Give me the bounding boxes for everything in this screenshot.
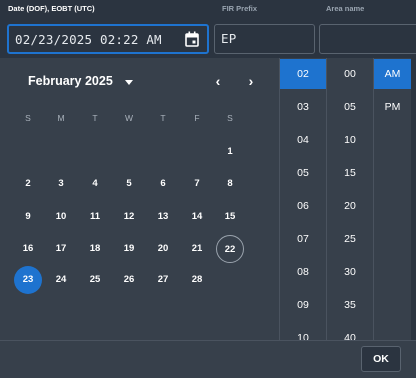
fir-prefix-input[interactable]: EP — [214, 24, 315, 54]
ampm-option[interactable]: AM — [374, 59, 411, 89]
weekday-header: W — [124, 113, 134, 123]
day-cell[interactable]: 10 — [47, 203, 75, 231]
day-cell[interactable]: 21 — [183, 235, 211, 263]
minute-option[interactable]: 10 — [327, 125, 373, 155]
panel-edge — [411, 58, 416, 378]
minute-option[interactable]: 20 — [327, 191, 373, 221]
month-year-dropdown[interactable]: February 2025 — [28, 74, 133, 88]
minute-option[interactable]: 15 — [327, 158, 373, 188]
day-cell[interactable]: 28 — [183, 266, 211, 294]
input-strip: Date (DOF), EOBT (UTC) FIR Prefix Area n… — [0, 0, 416, 58]
hour-option[interactable]: 07 — [280, 224, 326, 254]
hour-option[interactable]: 05 — [280, 158, 326, 188]
date-field-label: Date (DOF), EOBT (UTC) — [8, 4, 95, 13]
date-time-value: 02/23/2025 02:22 AM — [15, 32, 162, 47]
day-cell[interactable]: 16 — [14, 235, 42, 263]
hour-option[interactable]: 04 — [280, 125, 326, 155]
day-cell[interactable]: 20 — [149, 235, 177, 263]
ok-button[interactable]: OK — [361, 346, 401, 372]
minute-option[interactable]: 25 — [327, 224, 373, 254]
day-cell[interactable]: 3 — [47, 170, 75, 198]
day-cell[interactable]: 27 — [149, 266, 177, 294]
weekday-header: M — [57, 113, 65, 123]
weekday-header: S — [227, 113, 233, 123]
ampm-option[interactable]: PM — [374, 92, 411, 122]
weekday-header: T — [160, 113, 166, 123]
chevron-left-icon[interactable]: ‹ — [209, 72, 227, 90]
hours-column[interactable]: 02 03 04 05 06 07 08 09 10 — [279, 58, 326, 340]
day-cell[interactable]: 7 — [183, 170, 211, 198]
weekday-header: S — [25, 113, 31, 123]
fir-field-label: FIR Prefix — [222, 4, 258, 13]
minute-option[interactable]: 40 — [327, 323, 373, 340]
day-cell[interactable]: 24 — [47, 266, 75, 294]
caret-down-icon — [124, 79, 133, 85]
day-cell[interactable]: 13 — [149, 203, 177, 231]
hour-option[interactable]: 03 — [280, 92, 326, 122]
calendar: February 2025 ‹ › S M T W T F S 1 2 3 4 5 6 7 8 9 10 11 12… — [0, 58, 279, 340]
day-cell[interactable]: 9 — [14, 203, 42, 231]
day-cell[interactable]: 8 — [216, 170, 244, 198]
area-name-input[interactable] — [319, 24, 416, 54]
day-cell[interactable]: 25 — [81, 266, 109, 294]
minute-option[interactable]: 35 — [327, 290, 373, 320]
day-cell[interactable]: 17 — [47, 235, 75, 263]
hour-option[interactable]: 06 — [280, 191, 326, 221]
picker-footer: OK — [0, 340, 416, 378]
day-cell[interactable]: 5 — [115, 170, 143, 198]
minute-option[interactable]: 00 — [327, 59, 373, 89]
area-field-label: Area name — [326, 4, 365, 13]
day-cell[interactable]: 26 — [115, 266, 143, 294]
picker-panel: February 2025 ‹ › S M T W T F S 1 2 3 4 5 6 7 8 9 10 11 12… — [0, 58, 416, 378]
hour-option[interactable]: 10 — [280, 323, 326, 340]
minute-option[interactable]: 05 — [327, 92, 373, 122]
minute-option[interactable]: 30 — [327, 257, 373, 287]
fir-prefix-value: EP — [221, 31, 237, 46]
hour-option[interactable]: 08 — [280, 257, 326, 287]
day-cell-selected[interactable]: 23 — [14, 266, 42, 294]
day-cell[interactable]: 18 — [81, 235, 109, 263]
calendar-icon[interactable] — [185, 31, 199, 47]
ampm-column[interactable]: AM PM — [373, 58, 411, 340]
day-cell[interactable]: 12 — [115, 203, 143, 231]
chevron-right-icon[interactable]: › — [242, 72, 260, 90]
day-cell[interactable]: 4 — [81, 170, 109, 198]
hour-option[interactable]: 09 — [280, 290, 326, 320]
day-cell[interactable]: 14 — [183, 203, 211, 231]
day-cell[interactable]: 11 — [81, 203, 109, 231]
day-cell[interactable]: 2 — [14, 170, 42, 198]
minutes-column[interactable]: 00 05 10 15 20 25 30 35 40 — [326, 58, 373, 340]
day-cell[interactable]: 19 — [115, 235, 143, 263]
day-cell[interactable]: 6 — [149, 170, 177, 198]
weekday-header: F — [194, 113, 200, 123]
date-time-picker-root: Date (DOF), EOBT (UTC) FIR Prefix Area n… — [0, 0, 416, 378]
hour-option[interactable]: 02 — [280, 59, 326, 89]
day-cell-today[interactable]: 22 — [216, 235, 244, 263]
month-year-label: February 2025 — [28, 74, 113, 88]
weekday-header: T — [92, 113, 98, 123]
day-cell[interactable]: 1 — [216, 138, 244, 166]
date-time-input[interactable]: 02/23/2025 02:22 AM — [7, 24, 209, 54]
day-cell[interactable]: 15 — [216, 203, 244, 231]
